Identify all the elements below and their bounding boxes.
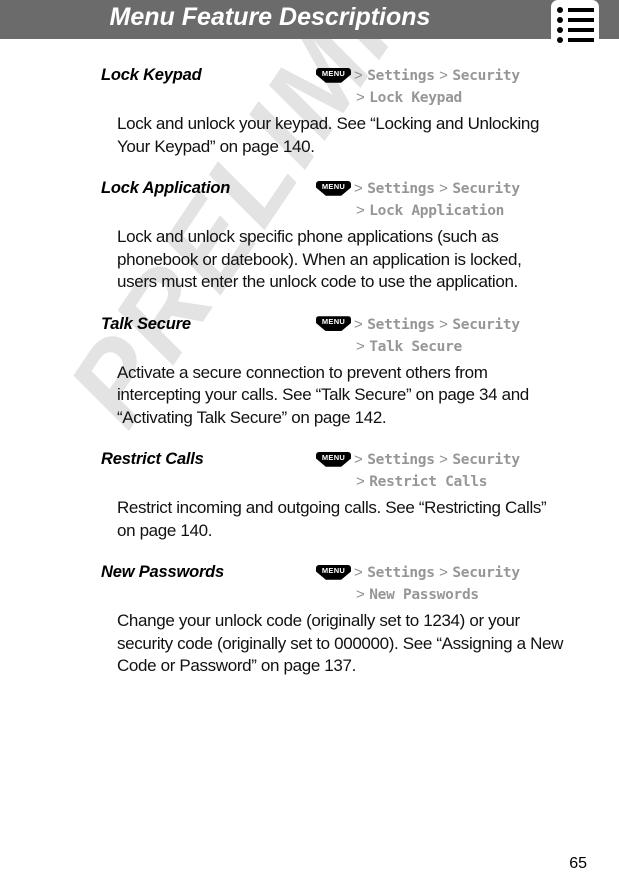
path-separator: > <box>439 180 448 197</box>
page-content: Lock Keypad MENU > Settings > Security > … <box>0 39 619 678</box>
path-separator: > <box>356 473 365 490</box>
feature-description: Activate a secure connection to prevent … <box>117 362 529 427</box>
feature-entry: Restrict Calls MENU > Settings > Security… <box>0 450 619 542</box>
menu-key-badge[interactable]: MENU <box>316 67 351 83</box>
menu-key-label: MENU <box>321 181 346 191</box>
path-item-leaf[interactable]: Lock Application <box>369 203 504 219</box>
path-item-leaf[interactable]: New Passwords <box>369 587 479 603</box>
menu-key-badge[interactable]: MENU <box>316 451 351 467</box>
feature-heading: Restrict Calls <box>101 450 204 468</box>
menu-key-label: MENU <box>321 68 346 78</box>
bullet-dash <box>568 28 594 32</box>
path-separator: > <box>356 202 365 219</box>
feature-description: Lock and unlock specific phone applicati… <box>117 227 522 291</box>
path-separator: > <box>356 586 365 603</box>
bullet-dot <box>557 17 563 23</box>
menu-key-label: MENU <box>321 565 346 575</box>
path-separator: > <box>354 315 363 333</box>
path-separator: > <box>356 89 365 106</box>
path-item-security[interactable]: Security <box>452 68 520 84</box>
page-title: Menu Feature Descriptions <box>109 3 431 31</box>
page-number: 65 <box>569 855 587 872</box>
menu-key-label: MENU <box>321 317 346 327</box>
path-item-settings[interactable]: Settings <box>367 565 435 581</box>
path-separator: > <box>439 67 448 84</box>
manual-page: PRELIMINARY Menu Feature Descriptions Lo… <box>0 0 619 891</box>
feature-description: Change your unlock code (originally set … <box>117 611 564 675</box>
path-item-settings[interactable]: Settings <box>367 181 435 197</box>
path-separator: > <box>439 564 448 581</box>
path-separator: > <box>354 180 363 197</box>
feature-entry: Lock Application MENU > Settings > Securi… <box>0 179 619 294</box>
bullet-dot <box>557 7 563 13</box>
feature-heading: New Passwords <box>101 563 225 581</box>
feature-heading: Lock Keypad <box>101 66 202 84</box>
feature-entry: Lock Keypad MENU > Settings > Security > … <box>0 66 619 158</box>
menu-key-label: MENU <box>321 452 346 462</box>
path-separator: > <box>356 337 365 355</box>
menu-key-badge[interactable]: MENU <box>316 316 351 332</box>
path-separator: > <box>439 315 448 333</box>
path-item-settings[interactable]: Settings <box>367 452 435 468</box>
menu-list-icon <box>551 0 599 47</box>
bullet-dash <box>568 38 594 42</box>
bullet-dot <box>557 37 563 43</box>
path-item-leaf[interactable]: Talk Secure <box>369 339 462 355</box>
bullet-dash <box>568 8 594 12</box>
path-item-security[interactable]: Security <box>452 317 520 333</box>
path-item-settings[interactable]: Settings <box>367 68 435 84</box>
path-item-security[interactable]: Security <box>452 565 520 581</box>
feature-description: Restrict incoming and outgoing calls. Se… <box>117 498 547 540</box>
menu-key-badge[interactable]: MENU <box>316 564 351 580</box>
path-item-security[interactable]: Security <box>452 452 520 468</box>
bullet-dot <box>557 27 563 33</box>
path-item-security[interactable]: Security <box>452 181 520 197</box>
menu-key-badge[interactable]: MENU <box>316 180 351 196</box>
path-separator: > <box>439 451 448 468</box>
feature-entry: Talk Secure MENU > Settings > Security > … <box>0 315 619 430</box>
path-item-settings[interactable]: Settings <box>367 317 435 333</box>
path-separator: > <box>354 451 363 468</box>
page-header-bar: Menu Feature Descriptions <box>0 0 619 39</box>
feature-description: Lock and unlock your keypad. See “Lockin… <box>117 114 540 156</box>
path-item-leaf[interactable]: Lock Keypad <box>369 90 462 106</box>
feature-heading: Lock Application <box>101 179 231 197</box>
path-separator: > <box>354 67 363 84</box>
feature-entry: New Passwords MENU > Settings > Security … <box>0 563 619 678</box>
path-item-leaf[interactable]: Restrict Calls <box>369 474 487 490</box>
path-separator: > <box>354 564 363 581</box>
bullet-dash <box>568 18 594 22</box>
feature-heading: Talk Secure <box>101 314 191 333</box>
